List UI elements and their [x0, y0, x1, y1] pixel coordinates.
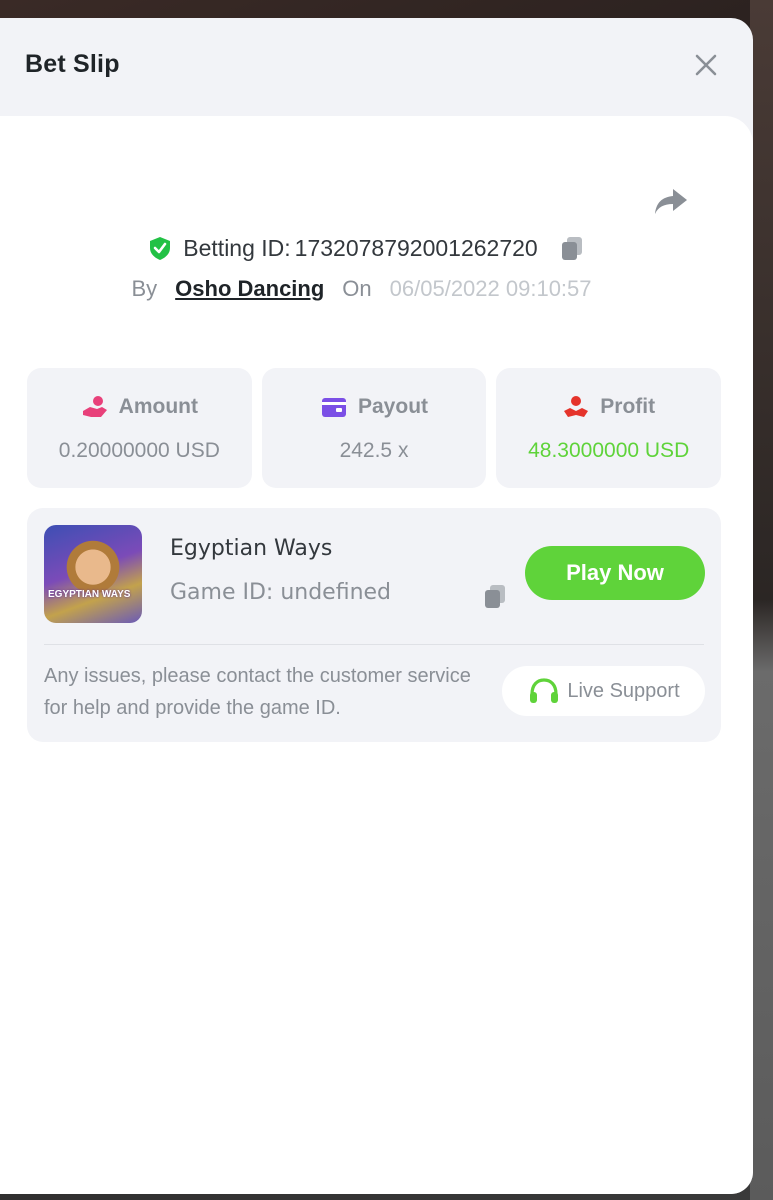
game-card: EGYPTIAN WAYS Egyptian Ways Game ID: und…: [27, 508, 721, 742]
game-id: Game ID: undefined: [170, 580, 392, 605]
headset-icon: [530, 678, 559, 703]
backdrop: [750, 0, 773, 1200]
payout-label-row: Payout: [320, 393, 428, 421]
betting-id-label: Betting ID:: [183, 234, 291, 261]
share-button[interactable]: [653, 186, 689, 218]
amount-label-row: Amount: [81, 393, 198, 421]
wallet-icon: [322, 398, 346, 417]
modal-body: Betting ID: 1732078792001262720 By Osho …: [0, 116, 753, 1194]
shield-check-icon: [150, 237, 171, 260]
bet-stats: Amount 0.20000000 USD Payout 242.5 x Pro…: [27, 368, 722, 488]
profit-label-row: Profit: [562, 393, 655, 421]
share-icon: [655, 189, 687, 214]
amount-value: 0.20000000 USD: [58, 439, 220, 462]
profit-label: Profit: [600, 395, 656, 418]
amount-label: Amount: [118, 395, 198, 418]
divider: [44, 644, 704, 645]
payout-label: Payout: [358, 395, 429, 418]
modal-header: Bet Slip: [0, 18, 753, 116]
profit-card: Profit 48.3000000 USD: [496, 368, 722, 488]
money-hand-icon: [82, 396, 107, 417]
profit-icon: [564, 396, 589, 417]
bet-slip-modal: Bet Slip Betting ID: 1732078792001262720: [0, 18, 753, 1194]
help-text: Any issues, please contact the customer …: [44, 665, 471, 719]
betting-id-value: 1732078792001262720: [294, 234, 538, 261]
copy-icon[interactable]: [481, 582, 509, 610]
modal-title: Bet Slip: [25, 50, 120, 78]
play-now-button[interactable]: Play Now: [525, 546, 705, 600]
close-icon: [695, 54, 717, 76]
bet-datetime: 06/05/2022 09:10:57: [389, 276, 592, 301]
live-support-button[interactable]: Live Support: [502, 666, 705, 716]
live-support-label: Live Support: [567, 679, 680, 702]
betting-id-row: Betting ID: 1732078792001262720: [0, 234, 753, 267]
game-thumbnail[interactable]: EGYPTIAN WAYS: [44, 525, 142, 623]
game-thumbnail-text: EGYPTIAN WAYS: [48, 589, 131, 600]
payout-card: Payout 242.5 x: [261, 368, 487, 488]
profit-value: 48.3000000 USD: [528, 439, 690, 462]
close-button[interactable]: [693, 52, 719, 78]
amount-card: Amount 0.20000000 USD: [27, 368, 252, 488]
bet-author-row: By Osho Dancing On 06/05/2022 09:10:57: [0, 276, 753, 302]
game-art: [66, 533, 120, 595]
on-label: On: [342, 276, 372, 301]
username-link[interactable]: Osho Dancing: [175, 276, 324, 302]
game-name: Egyptian Ways: [170, 536, 333, 561]
by-label: By: [131, 276, 158, 301]
copy-icon[interactable]: [558, 234, 586, 262]
payout-value: 242.5 x: [339, 439, 409, 462]
